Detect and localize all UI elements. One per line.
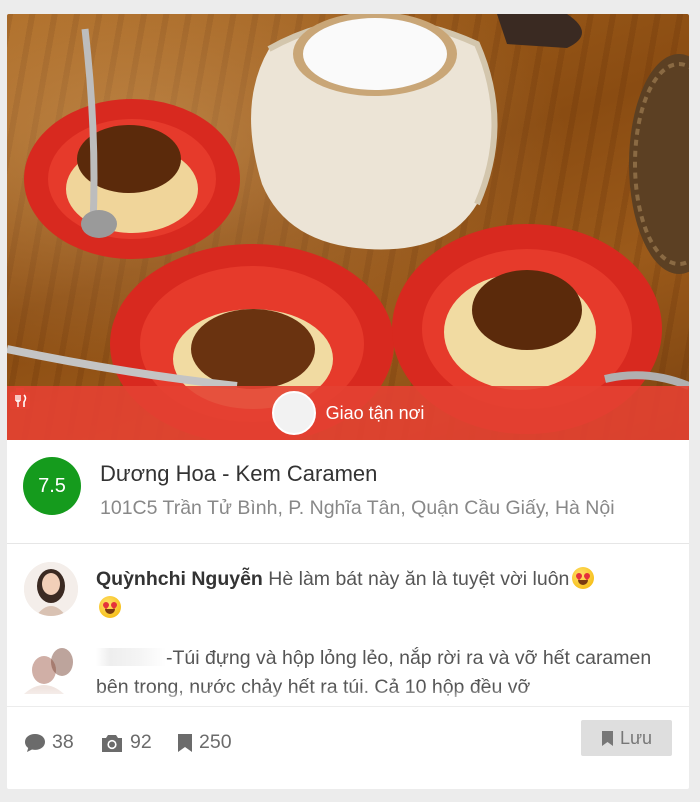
reviewer-name[interactable]: Quỳnhchi Nguyễn [96, 568, 263, 590]
save-count[interactable]: 250 [177, 731, 232, 754]
avatar[interactable] [24, 562, 78, 616]
restaurant-address: 101C5 Trần Tử Bình, P. Nghĩa Tân, Quận C… [100, 497, 615, 519]
photo-count[interactable]: 92 [100, 731, 152, 754]
review-text: Quỳnhchi Nguyễn Hè làm bát này ăn là tuy… [96, 565, 666, 623]
reviewer-name-blurred [96, 648, 166, 666]
review-list: Quỳnhchi Nguyễn Hè làm bát này ăn là tuy… [7, 544, 689, 706]
bookmark-icon [178, 733, 192, 752]
delivery-label: Giao tận nơi [325, 402, 425, 423]
restaurant-info: 7.5 Dương Hoa - Kem Caramen 101C5 Trần T… [7, 440, 689, 544]
delivery-banner[interactable]: Giao tận nơi [7, 386, 689, 440]
card-footer: 38 92 250 Lưu [7, 706, 689, 789]
save-count-value: 250 [199, 731, 232, 753]
camera-icon [102, 734, 122, 752]
bookmark-icon [601, 730, 613, 746]
save-button[interactable]: Lưu [581, 720, 672, 756]
restaurant-name[interactable]: Dương Hoa - Kem Caramen [100, 461, 377, 487]
review-content: Hè làm bát này ăn là tuyệt vời luôn [268, 568, 570, 590]
rating-score-badge: 7.5 [23, 457, 81, 515]
delivery-utensils-icon [10, 388, 316, 435]
photo-count-value: 92 [130, 731, 152, 753]
smiling-hearts-emoji-icon [99, 596, 121, 618]
restaurant-photo[interactable]: Giao tận nơi [7, 14, 689, 440]
comment-icon [25, 733, 45, 752]
avatar[interactable] [24, 640, 78, 694]
comment-count-value: 38 [52, 731, 74, 753]
save-button-label: Lưu [619, 727, 653, 748]
reviews-fade [7, 688, 689, 706]
heart-eyes-emoji-icon [572, 567, 595, 589]
restaurant-card[interactable]: Giao tận nơi 7.5 Dương Hoa - Kem Caramen… [7, 14, 689, 789]
food-photo-illustration [7, 14, 689, 440]
comment-count[interactable]: 38 [24, 731, 74, 754]
